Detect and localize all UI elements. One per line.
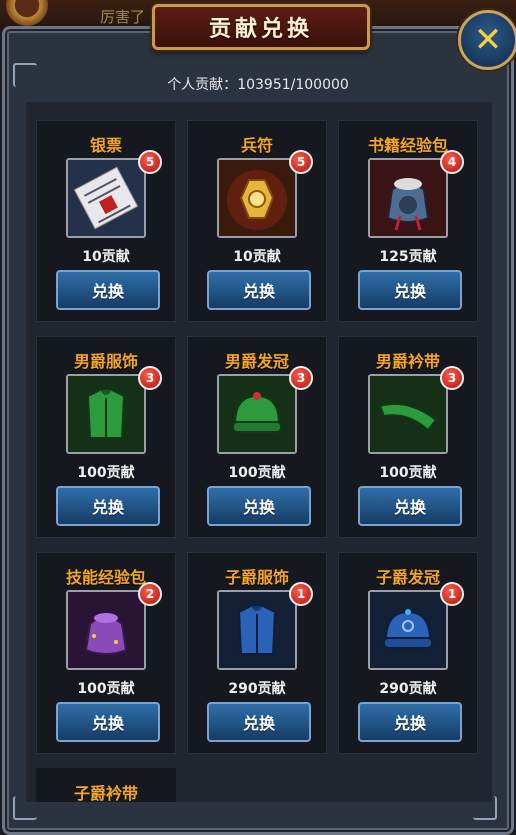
quantity-badge: 3 — [138, 366, 162, 390]
exchange-button[interactable]: 兑换 — [358, 270, 462, 310]
item-name: 子爵衿带 — [73, 784, 138, 802]
quantity-badge: 1 — [289, 582, 313, 606]
quantity-badge: 5 — [289, 150, 313, 174]
green-robe-icon — [66, 374, 146, 454]
quantity-badge: 3 — [289, 366, 313, 390]
item-card: 银票 5 10贡献 兑换 — [36, 120, 176, 322]
personal-contribution: 个人贡献：103951/100000 — [0, 74, 516, 94]
item-card: 男爵发冠 3 100贡献 兑换 — [187, 336, 327, 538]
quantity-badge: 2 — [138, 582, 162, 606]
exchange-button[interactable]: 兑换 — [358, 702, 462, 742]
quantity-badge: 5 — [138, 150, 162, 174]
item-cost: 10贡献 — [233, 249, 281, 265]
blue-cap-icon — [368, 590, 448, 670]
item-cost: 100贡献 — [77, 465, 135, 481]
exchange-button[interactable]: 兑换 — [207, 270, 311, 310]
item-cost: 290贡献 — [379, 681, 437, 697]
close-x-icon: ✕ — [473, 20, 503, 60]
item-cost: 125贡献 — [379, 249, 437, 265]
green-collar-icon — [368, 374, 448, 454]
window-title-plate: 贡献兑换 — [152, 4, 370, 50]
exchange-button[interactable]: 兑换 — [56, 270, 160, 310]
blue-robe-icon — [217, 590, 297, 670]
item-card: 男爵服饰 3 100贡献 兑换 — [36, 336, 176, 538]
book-exp-bag-icon — [368, 158, 448, 238]
contribution-value: 103951/100000 — [237, 77, 349, 93]
item-cost: 10贡献 — [82, 249, 130, 265]
item-card: 技能经验包 2 100贡献 兑换 — [36, 552, 176, 754]
item-card: 男爵衿带 3 100贡献 兑换 — [338, 336, 478, 538]
quantity-badge: 4 — [440, 150, 464, 174]
item-card: 书籍经验包 4 125贡献 兑换 — [338, 120, 478, 322]
background-text: 厉害了 — [100, 8, 146, 26]
item-cost: 100贡献 — [77, 681, 135, 697]
item-list-panel[interactable]: 银票 5 10贡献 兑换 兵符 5 10贡献 兑换 书籍经验包 4 125贡献 … — [26, 102, 492, 802]
item-card-partial: 子爵衿带 — [36, 768, 176, 802]
exchange-button[interactable]: 兑换 — [56, 486, 160, 526]
green-cap-icon — [217, 374, 297, 454]
exchange-button[interactable]: 兑换 — [358, 486, 462, 526]
item-cost: 100贡献 — [228, 465, 286, 481]
item-card: 子爵发冠 1 290贡献 兑换 — [338, 552, 478, 754]
close-button[interactable]: ✕ — [458, 10, 516, 70]
quantity-badge: 1 — [440, 582, 464, 606]
exchange-button[interactable]: 兑换 — [56, 702, 160, 742]
contribution-label: 个人贡献： — [167, 77, 238, 93]
item-cost: 100贡献 — [379, 465, 437, 481]
exchange-button[interactable]: 兑换 — [207, 702, 311, 742]
military-token-icon — [217, 158, 297, 238]
skill-exp-bag-icon — [66, 590, 146, 670]
banknote-icon — [66, 158, 146, 238]
item-card: 兵符 5 10贡献 兑换 — [187, 120, 327, 322]
quantity-badge: 3 — [440, 366, 464, 390]
exchange-button[interactable]: 兑换 — [207, 486, 311, 526]
item-cost: 290贡献 — [228, 681, 286, 697]
item-card: 子爵服饰 1 290贡献 兑换 — [187, 552, 327, 754]
background-coin-icon — [6, 0, 48, 26]
window-title: 贡献兑换 — [208, 17, 313, 42]
